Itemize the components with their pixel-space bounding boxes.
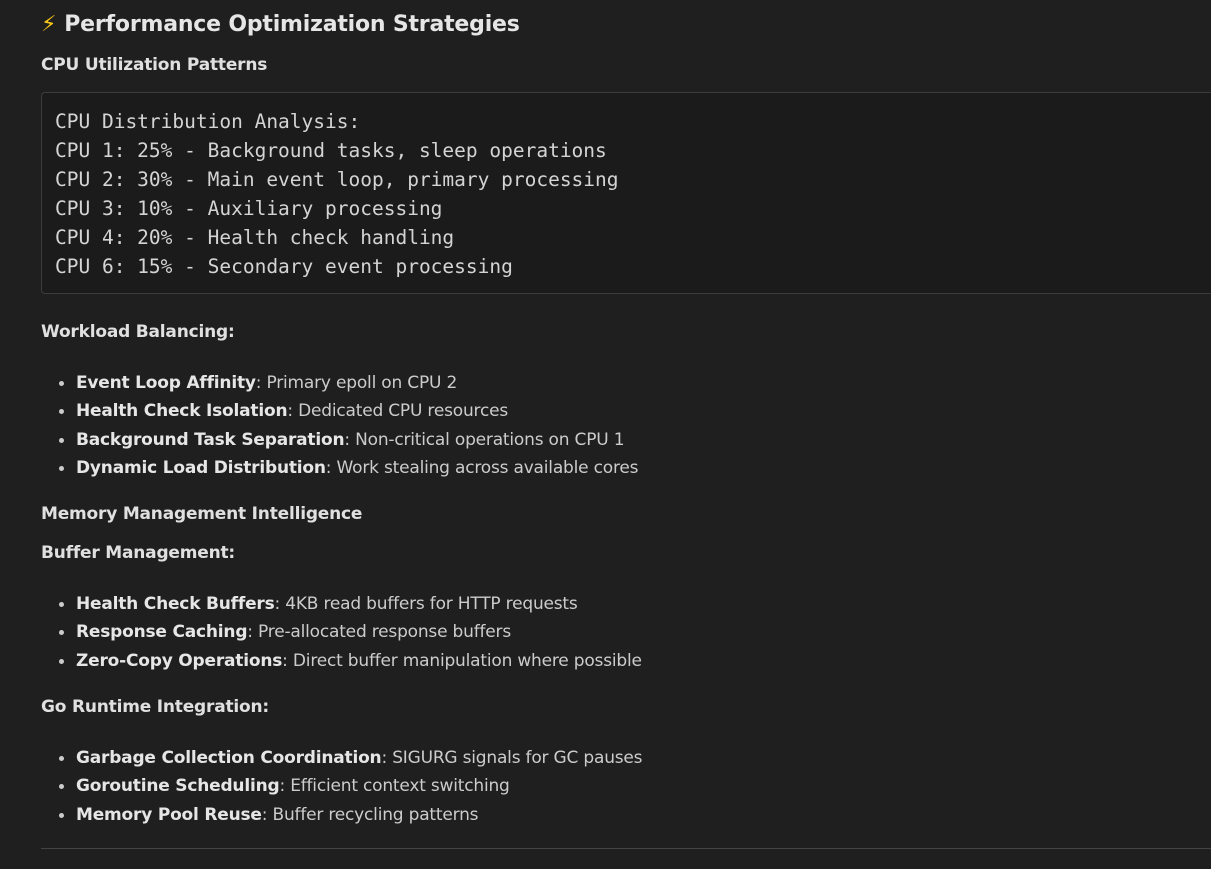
code-line: CPU 2: 30% - Main event loop, primary pr… — [55, 167, 619, 191]
list-item-desc: : Efficient context switching — [279, 776, 510, 797]
page-title-text: Performance Optimization Strategies — [64, 12, 520, 37]
list-item: Health Check Buffers: 4KB read buffers f… — [59, 590, 642, 618]
page-title: ⚡ Performance Optimization Strategies — [41, 12, 520, 37]
buffer-list: Health Check Buffers: 4KB read buffers f… — [41, 590, 642, 675]
code-line: CPU Distribution Analysis: — [55, 110, 361, 133]
memory-section-title: Memory Management Intelligence — [41, 504, 363, 524]
code-line: CPU 1: 25% - Background tasks, sleep ope… — [55, 138, 607, 162]
list-item-term: Garbage Collection Coordination — [76, 748, 382, 768]
list-item-desc: : Direct buffer manipulation where possi… — [282, 650, 642, 671]
code-line: CPU 3: 10% - Auxiliary processing — [55, 196, 443, 220]
code-line: CPU 4: 20% - Health check handling — [55, 225, 455, 249]
list-item: Health Check Isolation: Dedicated CPU re… — [58, 397, 638, 425]
list-item: Zero-Copy Operations: Direct buffer mani… — [59, 647, 642, 675]
list-item: Dynamic Load Distribution: Work stealing… — [58, 454, 639, 482]
lightning-icon: ⚡ — [41, 12, 57, 37]
list-item-desc: : 4KB read buffers for HTTP requests — [274, 594, 578, 614]
list-item: Garbage Collection Coordination: SIGURG … — [58, 744, 643, 772]
go-runtime-title: Go Runtime Integration: — [41, 697, 270, 717]
list-item-term: Dynamic Load Distribution — [76, 457, 326, 478]
go-runtime-list: Garbage Collection Coordination: SIGURG … — [41, 744, 643, 829]
list-item-term: Memory Pool Reuse — [76, 804, 262, 825]
list-item: Event Loop Affinity: Primary epoll on CP… — [58, 369, 638, 397]
horizontal-divider — [41, 848, 1211, 849]
cpu-section-title: CPU Utilization Patterns — [41, 55, 268, 75]
list-item-desc: : Primary epoll on CPU 2 — [255, 373, 458, 393]
list-item-term: Zero-Copy Operations — [76, 650, 283, 671]
list-item-desc: : Pre-allocated response buffers — [247, 622, 511, 643]
list-item-desc: : Non-critical operations on CPU 1 — [344, 429, 625, 450]
list-item-desc: : SIGURG signals for GC pauses — [381, 748, 643, 768]
workload-title: Workload Balancing: — [41, 322, 235, 342]
workload-list: Event Loop Affinity: Primary epoll on CP… — [41, 369, 638, 482]
list-item: Response Caching: Pre-allocated response… — [59, 618, 642, 646]
list-item-term: Response Caching — [76, 622, 248, 643]
list-item: Goroutine Scheduling: Efficient context … — [58, 772, 642, 800]
list-item: Background Task Separation: Non-critical… — [58, 426, 638, 454]
code-content: CPU Distribution Analysis: CPU 1: 25% - B… — [55, 108, 619, 281]
list-item-term: Goroutine Scheduling — [76, 776, 280, 797]
list-item-desc: : Dedicated CPU resources — [287, 401, 509, 422]
list-item-term: Health Check Buffers — [76, 594, 275, 614]
list-item: Memory Pool Reuse: Buffer recycling patt… — [58, 801, 642, 829]
list-item-term: Background Task Separation — [76, 429, 345, 450]
list-item-term: Health Check Isolation — [76, 401, 288, 422]
list-item-desc: : Buffer recycling patterns — [261, 804, 479, 825]
code-block: CPU Distribution Analysis: CPU 1: 25% - B… — [41, 92, 1211, 294]
code-line: CPU 6: 15% - Secondary event processing — [55, 254, 513, 278]
list-item-term: Event Loop Affinity — [76, 373, 256, 393]
buffer-title: Buffer Management: — [41, 543, 236, 563]
list-item-desc: : Work stealing across available cores — [325, 457, 639, 478]
